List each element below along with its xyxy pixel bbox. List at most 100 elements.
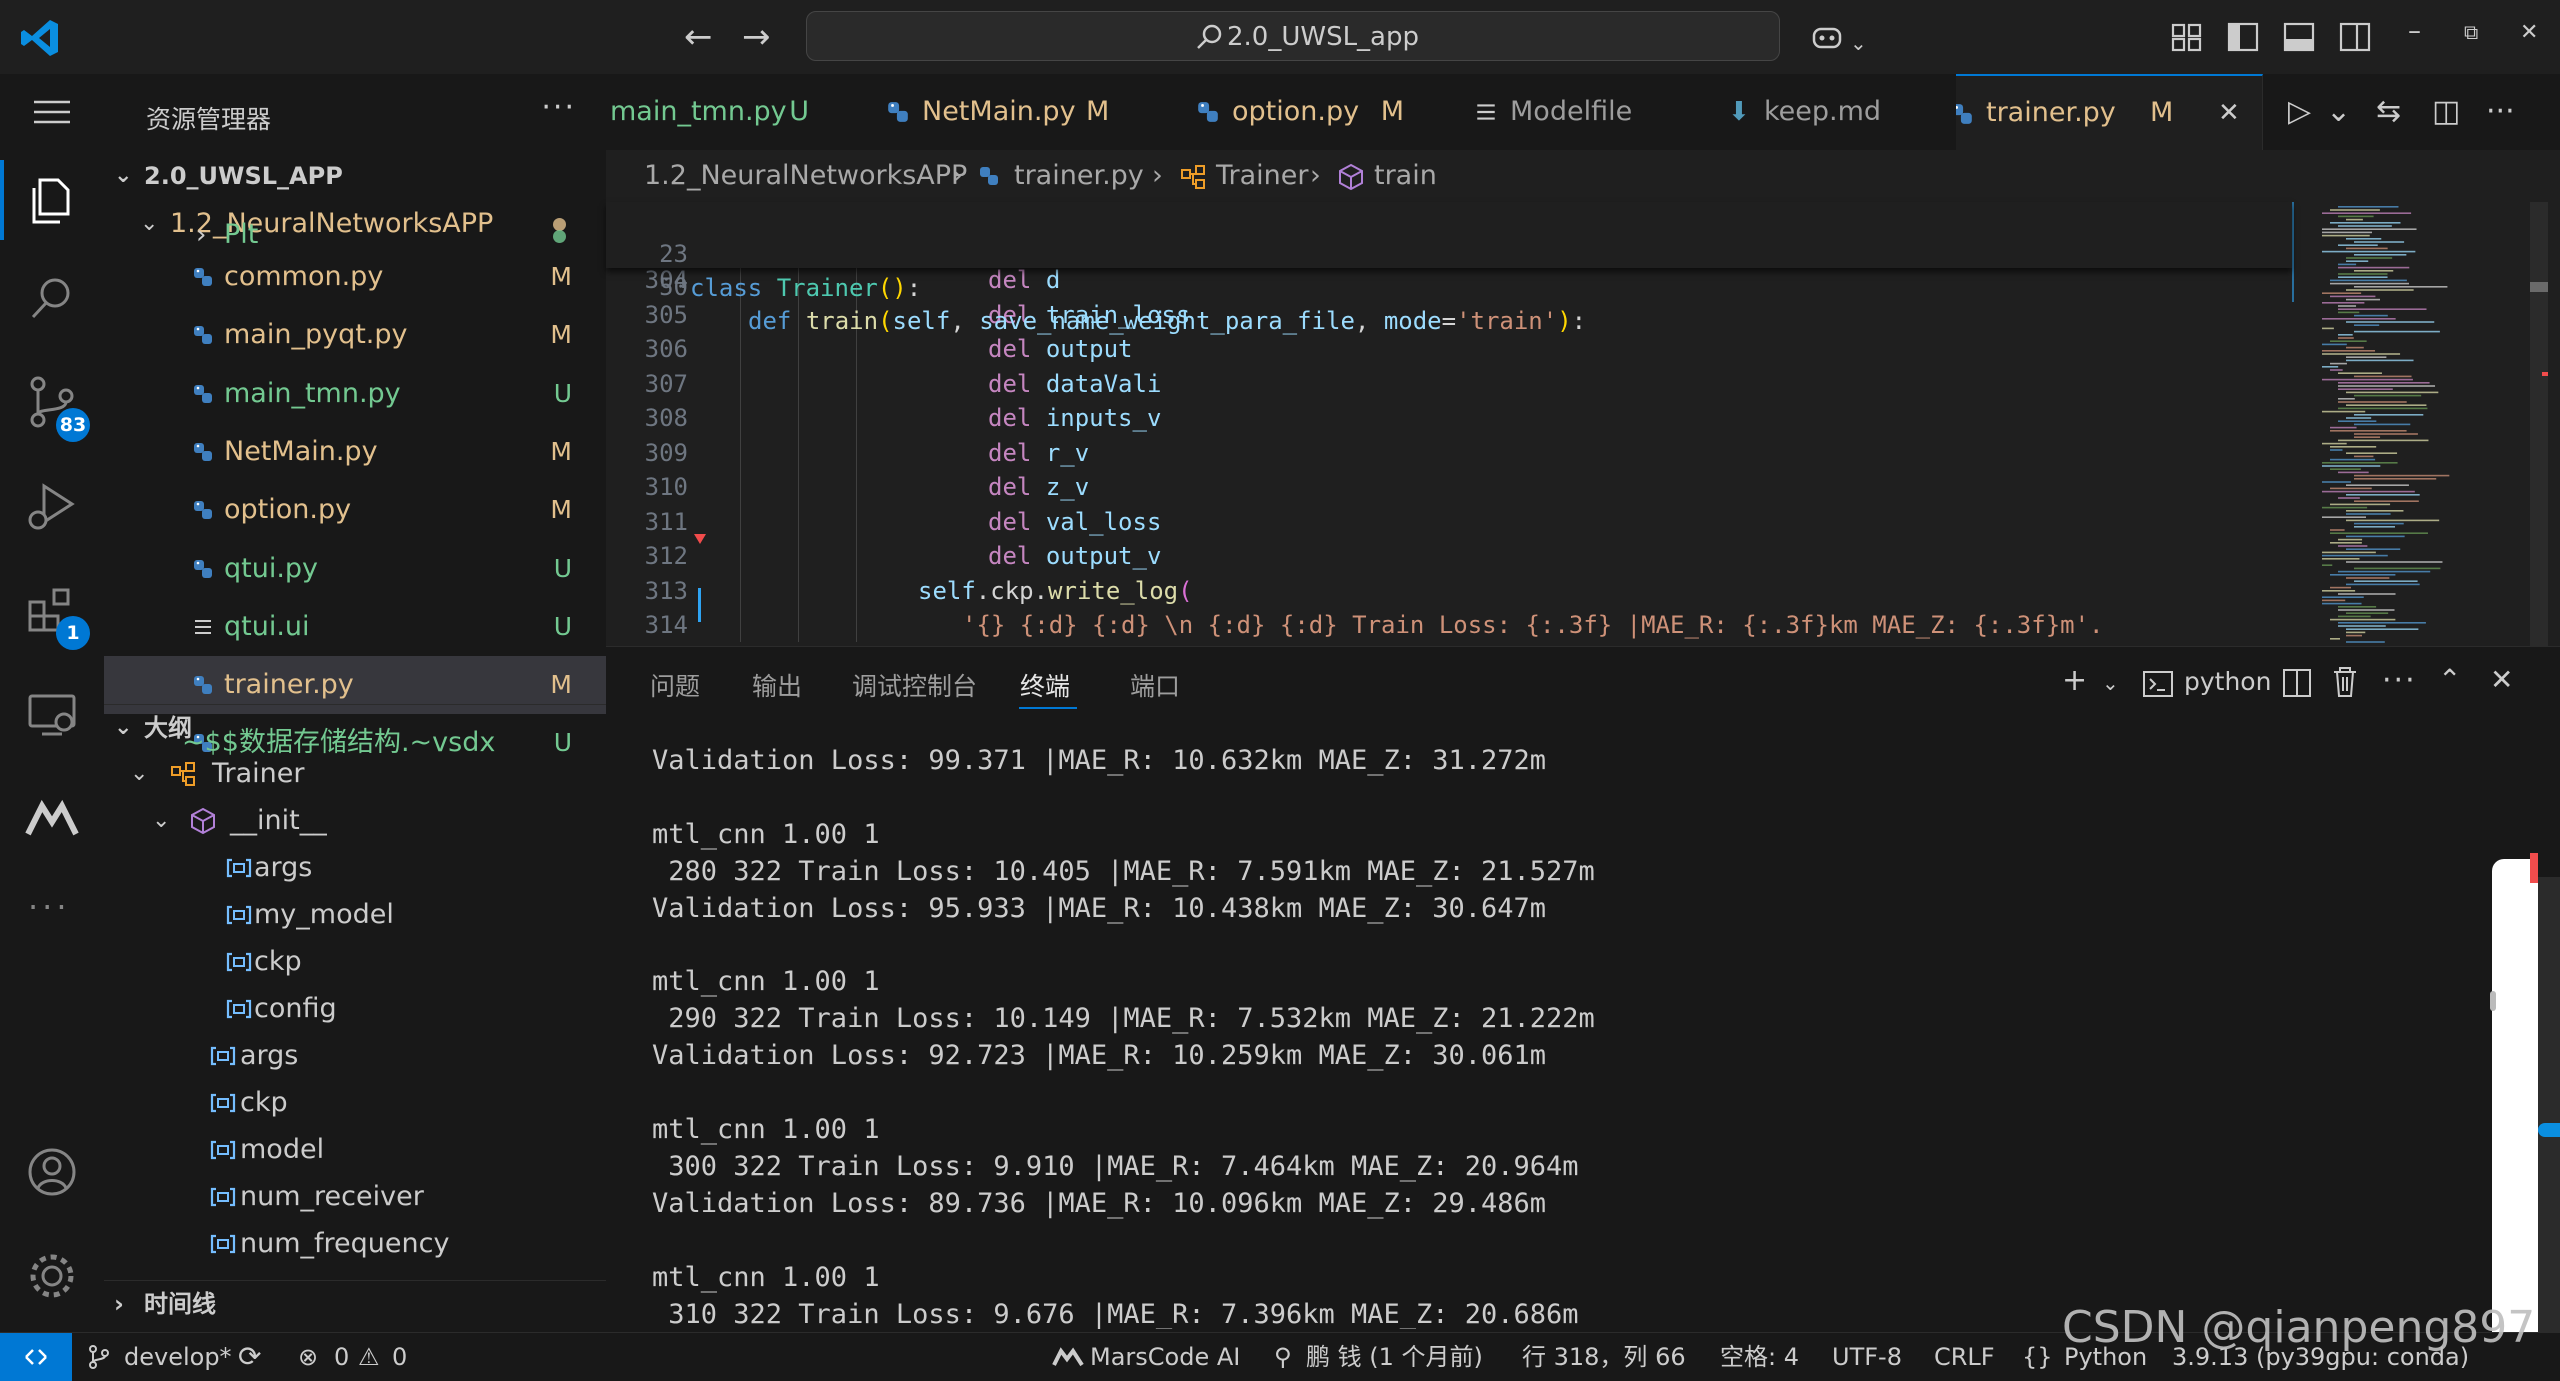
marscode-ai-button[interactable]: MarsCode AI: [1090, 1333, 1240, 1381]
tree-item[interactable]: option.py M: [104, 481, 606, 539]
new-terminal-plus-icon[interactable]: +: [2062, 663, 2087, 698]
workspace-root-header[interactable]: ⌄ 2.0_UWSL_APP: [104, 154, 606, 198]
panel-tab[interactable]: 问题: [650, 667, 700, 703]
window-minimize-button[interactable]: –: [2408, 16, 2421, 46]
toggle-secondary-sidebar-icon[interactable]: [2338, 20, 2372, 54]
git-blame-info[interactable]: 鹏 钱 (1 个月前): [1306, 1333, 1483, 1381]
encoding-button[interactable]: UTF-8: [1832, 1333, 1902, 1381]
copilot-icon[interactable]: [1810, 20, 1844, 54]
source-control-icon[interactable]: 83: [24, 374, 90, 442]
tree-item[interactable]: qtui.py U: [104, 540, 606, 598]
command-center-search[interactable]: 2.0_UWSL_app: [806, 11, 1780, 61]
menu-icon[interactable]: [26, 86, 78, 138]
error-count[interactable]: 0: [334, 1333, 349, 1381]
panel-tab[interactable]: 输出: [752, 667, 802, 703]
eol-button[interactable]: CRLF: [1934, 1333, 1995, 1381]
run-debug-icon[interactable]: [24, 478, 80, 534]
editor-tab[interactable]: ⬇ keep.md: [1700, 74, 1957, 150]
explorer-more-actions-button[interactable]: ···: [541, 90, 576, 125]
manage-gear-icon[interactable]: [24, 1248, 80, 1304]
panel-tab[interactable]: 调试控制台: [852, 667, 977, 703]
breadcrumb-folder[interactable]: 1.2_NeuralNetworksAPP: [644, 150, 967, 202]
explorer-icon[interactable]: [24, 172, 80, 228]
tree-item[interactable]: › Plt: [104, 220, 606, 250]
outline-variable[interactable]: num_frequency: [104, 1220, 606, 1267]
close-panel-icon[interactable]: ✕: [2490, 663, 2513, 696]
editor-tab[interactable]: main_tmn.py U: [606, 74, 859, 150]
tree-item[interactable]: NetMain.py M: [104, 423, 606, 481]
minimap[interactable]: [2292, 202, 2542, 646]
errors-icon[interactable]: ⊗: [298, 1333, 318, 1381]
outline-variable[interactable]: ckp: [104, 1079, 606, 1126]
marscode-icon[interactable]: [24, 790, 80, 846]
search-icon[interactable]: [24, 270, 80, 326]
minimap-line: [2322, 228, 2417, 230]
warning-count[interactable]: 0: [392, 1333, 407, 1381]
tree-item[interactable]: common.py M: [104, 248, 606, 306]
sticky-scroll[interactable]: 23 class Trainer(): 50 def train(self, s…: [606, 202, 2292, 335]
trash-icon[interactable]: [2330, 665, 2360, 699]
window-restore-button[interactable]: ⧉: [2464, 20, 2478, 44]
outline-variable[interactable]: my_model: [104, 891, 606, 938]
extensions-icon[interactable]: 1: [24, 582, 90, 650]
outline-method-init[interactable]: ⌄ __init__: [104, 797, 606, 844]
outline-variable[interactable]: ckp: [104, 938, 606, 985]
outline-variable[interactable]: args: [104, 1032, 606, 1079]
tree-item[interactable]: main_pyqt.py M: [104, 306, 606, 364]
terminal-output[interactable]: Validation Loss: 99.371 |MAE_R: 10.632km…: [652, 739, 2352, 1329]
copilot-chevron-down-icon[interactable]: ⌄: [1850, 24, 1867, 62]
code-token: self: [892, 307, 951, 335]
open-changes-icon[interactable]: ⇆: [2376, 92, 2416, 132]
indentation-button[interactable]: 空格: 4: [1720, 1333, 1799, 1381]
terminal-name[interactable]: python: [2184, 667, 2271, 696]
outline-variable[interactable]: model: [104, 1126, 606, 1173]
editor-tab[interactable]: Modelfile: [1446, 74, 1701, 150]
timeline-section-header[interactable]: › 时间线: [104, 1282, 606, 1326]
warnings-icon[interactable]: ⚠: [358, 1333, 380, 1381]
back-arrow-icon[interactable]: ←: [684, 18, 713, 56]
forward-arrow-icon[interactable]: →: [742, 18, 771, 56]
panel-tab[interactable]: 终端: [1020, 667, 1070, 703]
terminal-dropdown-chevron-icon[interactable]: ⌄: [2102, 671, 2119, 695]
collapse-chevron-icon[interactable]: [2538, 1123, 2560, 1137]
panel-tab[interactable]: 端口: [1130, 667, 1180, 703]
terminal-scrollbar[interactable]: [2490, 853, 2538, 1335]
toggle-panel-icon[interactable]: [2282, 20, 2316, 54]
remote-indicator-button[interactable]: [0, 1333, 72, 1381]
outline-variable[interactable]: args: [104, 844, 606, 891]
breadcrumb-file[interactable]: trainer.py: [1014, 150, 1144, 202]
more-views-icon[interactable]: ···: [28, 888, 71, 926]
editor-tab[interactable]: trainer.py M ✕: [1956, 74, 2263, 150]
accounts-icon[interactable]: [24, 1144, 80, 1200]
run-python-file-icon[interactable]: ▷: [2288, 92, 2328, 132]
remote-explorer-icon[interactable]: [24, 686, 80, 742]
sync-icon[interactable]: ⟳: [238, 1333, 261, 1381]
customize-layout-icon[interactable]: [2170, 20, 2204, 54]
minimap-line: [2338, 372, 2382, 374]
outline-variable[interactable]: config: [104, 985, 606, 1032]
tree-item[interactable]: qtui.ui U: [104, 598, 606, 656]
tab-close-icon[interactable]: ✕: [2218, 76, 2240, 150]
panel-more-actions-icon[interactable]: ···: [2382, 663, 2417, 698]
breadcrumb-class[interactable]: Trainer: [1216, 150, 1309, 202]
minimap-line: [2330, 362, 2347, 365]
toggle-primary-sidebar-icon[interactable]: [2226, 20, 2260, 54]
editor-more-actions-icon[interactable]: ···: [2486, 92, 2526, 132]
git-branch-button[interactable]: develop*: [124, 1333, 232, 1381]
cursor-position[interactable]: 行 318，列 66: [1522, 1333, 1686, 1381]
active-panel-tab-indicator: [1019, 707, 1077, 709]
split-terminal-icon[interactable]: [2282, 667, 2312, 699]
editor-tab[interactable]: NetMain.py M: [858, 74, 1169, 150]
editor-vertical-scrollbar[interactable]: [2530, 202, 2548, 646]
outline-class-trainer[interactable]: ⌄ Trainer: [104, 750, 606, 797]
tree-item[interactable]: main_tmn.py U: [104, 365, 606, 423]
maximize-panel-chevron-up-icon[interactable]: ⌃: [2438, 663, 2461, 696]
split-editor-icon[interactable]: ◫: [2432, 92, 2472, 132]
outline-section-header[interactable]: ⌄ 大纲: [104, 706, 606, 750]
outline-variable[interactable]: num_receiver: [104, 1173, 606, 1220]
breadcrumb-method[interactable]: train: [1374, 150, 1437, 202]
code-text: del r_v: [988, 436, 1089, 471]
editor-tab[interactable]: option.py M: [1168, 74, 1447, 150]
window-close-button[interactable]: ✕: [2520, 20, 2538, 45]
run-chevron-down-icon[interactable]: ⌄: [2326, 92, 2366, 132]
